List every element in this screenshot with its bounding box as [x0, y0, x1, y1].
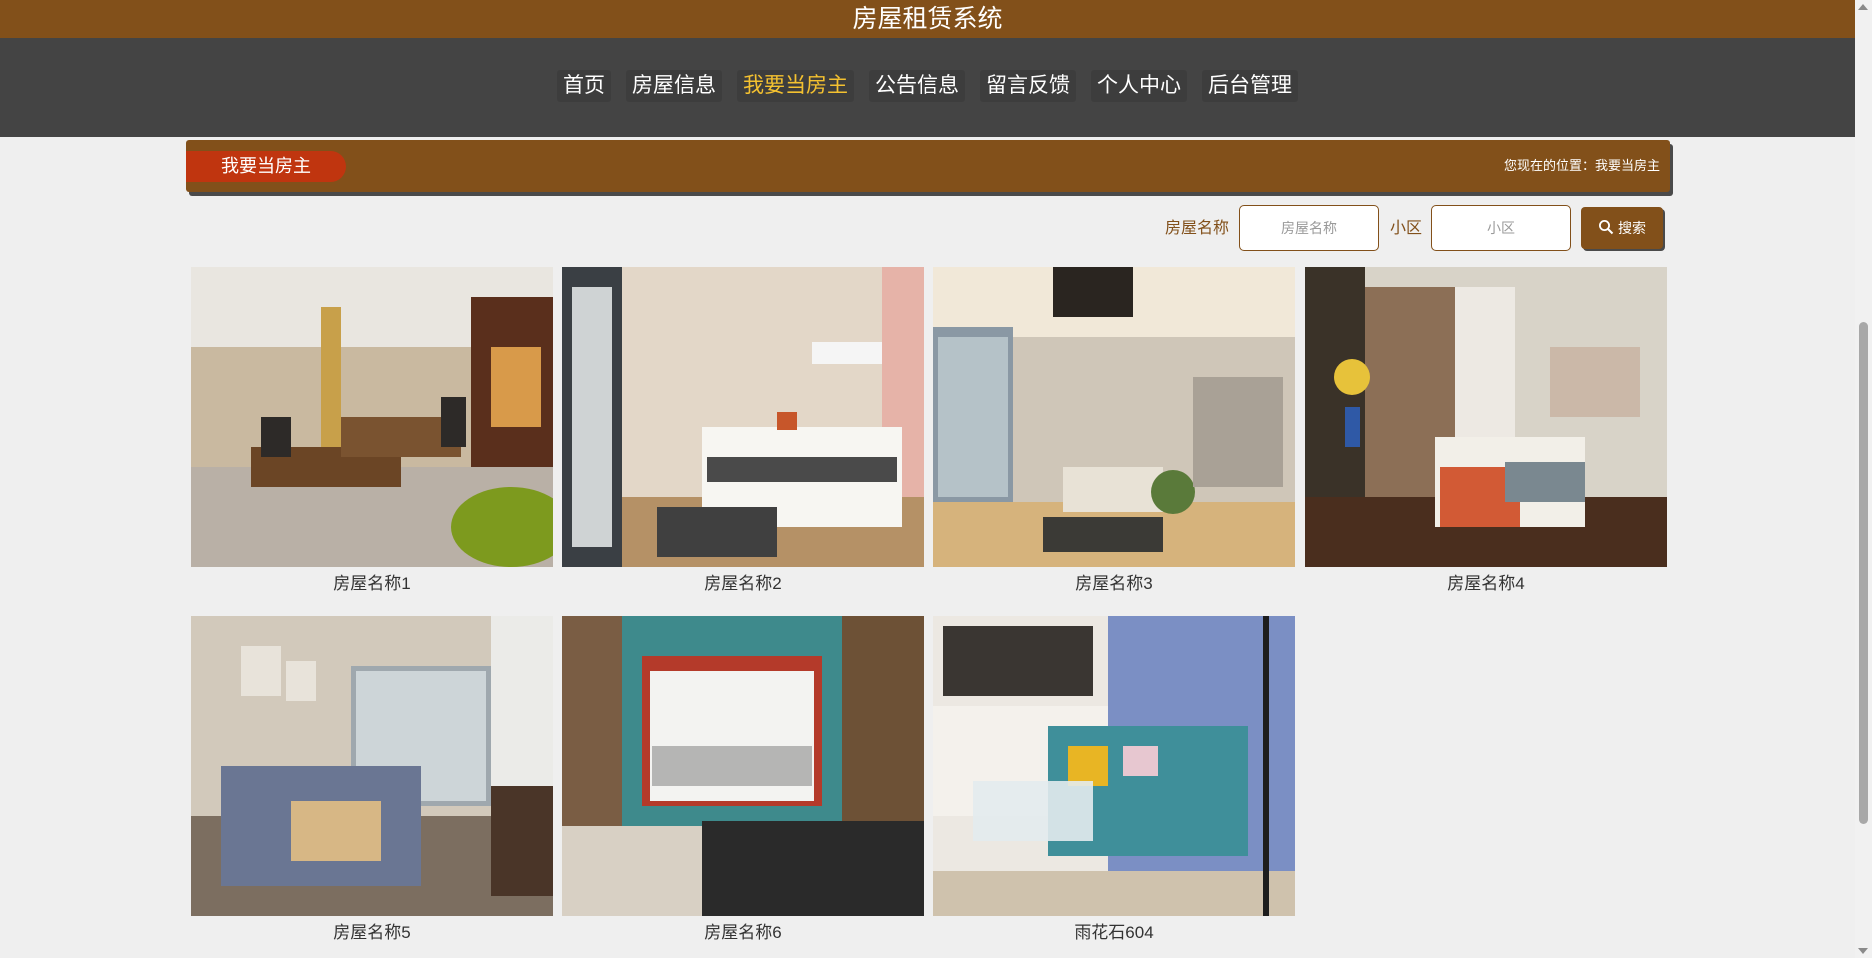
house-title[interactable]: 房屋名称6: [562, 922, 924, 944]
listing-card[interactable]: 房屋名称5: [191, 616, 553, 944]
house-photo[interactable]: [933, 267, 1295, 567]
breadcrumb: 您现在的位置：我要当房主: [1504, 157, 1660, 175]
house-title[interactable]: 房屋名称1: [191, 573, 553, 595]
search-button[interactable]: 搜索: [1581, 207, 1663, 249]
house-photo[interactable]: [191, 267, 553, 567]
nav-announcements[interactable]: 公告信息: [869, 70, 965, 102]
house-title[interactable]: 房屋名称2: [562, 573, 924, 595]
listing-card[interactable]: 房屋名称3: [933, 267, 1295, 595]
house-title[interactable]: 雨花石604: [933, 922, 1295, 944]
nav-admin[interactable]: 后台管理: [1202, 70, 1298, 102]
house-photo[interactable]: [933, 616, 1295, 916]
nav-feedback[interactable]: 留言反馈: [980, 70, 1076, 102]
house-name-input[interactable]: [1239, 205, 1379, 251]
nav-personal-center[interactable]: 个人中心: [1091, 70, 1187, 102]
scroll-down-icon[interactable]: [1858, 948, 1868, 954]
house-photo[interactable]: [191, 616, 553, 916]
community-input[interactable]: [1431, 205, 1571, 251]
listing-card[interactable]: 雨花石604: [933, 616, 1295, 944]
section-banner: 我要当房主 您现在的位置：我要当房主: [186, 140, 1670, 192]
house-photo[interactable]: [1305, 267, 1667, 567]
title-bar: 房屋租赁系统: [0, 0, 1855, 38]
search-bar: 房屋名称 小区 搜索: [0, 205, 1664, 253]
nav-become-landlord[interactable]: 我要当房主: [737, 70, 854, 102]
listing-card[interactable]: 房屋名称1: [191, 267, 553, 595]
scroll-up-icon[interactable]: [1858, 4, 1868, 10]
page-scrollbar[interactable]: [1855, 0, 1872, 958]
community-label: 小区: [1390, 220, 1423, 237]
search-button-label: 搜索: [1618, 220, 1646, 236]
house-title[interactable]: 房屋名称5: [191, 922, 553, 944]
house-name-label: 房屋名称: [1165, 220, 1230, 237]
app-title: 房屋租赁系统: [852, 5, 1003, 33]
listing-card[interactable]: 房屋名称2: [562, 267, 924, 595]
scrollbar-thumb[interactable]: [1859, 322, 1868, 824]
main-nav: 首页 房屋信息 我要当房主 公告信息 留言反馈 个人中心 后台管理: [0, 38, 1855, 137]
house-title[interactable]: 房屋名称4: [1305, 573, 1667, 595]
nav-list: 首页 房屋信息 我要当房主 公告信息 留言反馈 个人中心 后台管理: [0, 70, 1855, 102]
search-icon: [1598, 219, 1614, 238]
house-title[interactable]: 房屋名称3: [933, 573, 1295, 595]
section-title: 我要当房主: [186, 151, 346, 182]
breadcrumb-current: 我要当房主: [1594, 158, 1660, 173]
nav-home[interactable]: 首页: [557, 70, 611, 102]
house-photo[interactable]: [562, 267, 924, 567]
breadcrumb-prefix: 您现在的位置：: [1503, 158, 1595, 173]
house-photo[interactable]: [562, 616, 924, 916]
listing-card[interactable]: 房屋名称6: [562, 616, 924, 944]
nav-house-info[interactable]: 房屋信息: [626, 70, 722, 102]
listing-card[interactable]: 房屋名称4: [1305, 267, 1667, 595]
